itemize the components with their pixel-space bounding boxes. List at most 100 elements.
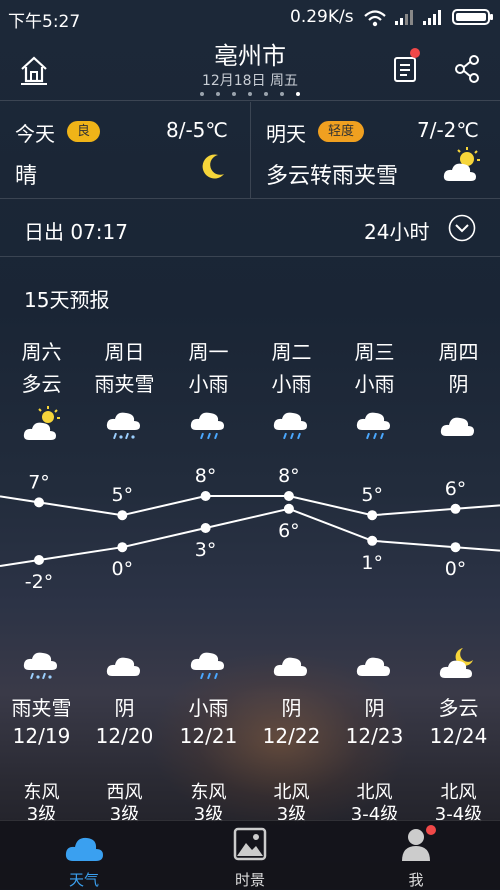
notice-badge bbox=[410, 48, 420, 58]
tab-me-badge bbox=[426, 825, 436, 835]
rain-icon bbox=[356, 412, 390, 440]
forecast-date: 12/19 bbox=[12, 724, 71, 748]
wind-direction: 北风 bbox=[273, 782, 310, 803]
sleet-icon bbox=[23, 652, 57, 680]
low-temp-point bbox=[450, 542, 461, 553]
night-condition: 阴 bbox=[364, 696, 385, 720]
low-temp-point bbox=[283, 503, 294, 514]
tomorrow-aqi-badge[interactable]: 轻度 bbox=[318, 121, 365, 142]
cloudy-icon bbox=[440, 417, 474, 436]
divider bbox=[0, 100, 500, 101]
high-temp-point bbox=[367, 510, 378, 521]
day-name: 周一 bbox=[188, 340, 229, 364]
cloudy-moon-icon bbox=[439, 648, 473, 678]
forecast-date: 12/20 bbox=[95, 724, 154, 748]
page-dot bbox=[216, 92, 220, 96]
high-temp-label: 8° bbox=[278, 465, 300, 487]
today-aqi-badge[interactable]: 良 bbox=[67, 121, 101, 142]
sleet-icon bbox=[106, 412, 140, 440]
day-condition: 小雨 bbox=[354, 372, 395, 396]
low-temp-label: 1° bbox=[361, 552, 383, 574]
today-summary[interactable]: 今天 良 8/-5℃ 晴 bbox=[0, 102, 250, 198]
cloud-icon bbox=[65, 837, 103, 861]
page-dot bbox=[280, 92, 284, 96]
high-temp-point bbox=[283, 491, 294, 501]
forecast-date: 12/23 bbox=[345, 724, 404, 748]
day-weather-icon bbox=[417, 404, 500, 444]
night-weather-icon bbox=[333, 644, 416, 684]
tab-weather-label: 天气 bbox=[68, 871, 99, 889]
night-condition: 多云 bbox=[438, 696, 479, 720]
low-temp-point bbox=[34, 555, 44, 565]
day-name: 周三 bbox=[354, 340, 395, 364]
today-temp: 8/-5℃ bbox=[166, 118, 228, 142]
tab-me-label: 我 bbox=[408, 871, 424, 889]
today-condition: 晴 bbox=[15, 164, 38, 189]
night-weather-icon bbox=[250, 644, 333, 684]
tomorrow-summary[interactable]: 明天 轻度 7/-2℃ 多云转雨夹雪 bbox=[251, 102, 500, 198]
day-weather-icon bbox=[333, 404, 416, 444]
night-condition: 阴 bbox=[281, 696, 302, 720]
high-temp-point bbox=[34, 497, 44, 508]
day-name: 周六 bbox=[21, 340, 62, 364]
cloudy-icon bbox=[106, 657, 140, 676]
day-weather-icon bbox=[83, 404, 166, 444]
status-bar: 下午5:27 0.29K/s bbox=[0, 0, 500, 34]
hourly-toggle-label[interactable]: 24小时 bbox=[364, 216, 429, 245]
notice-icon[interactable] bbox=[392, 54, 420, 84]
forecast-title: 15天预报 bbox=[24, 288, 110, 312]
divider bbox=[0, 256, 500, 257]
cloudy-icon bbox=[273, 657, 307, 676]
page-dot bbox=[264, 92, 268, 96]
day-name: 周二 bbox=[271, 340, 312, 364]
day-condition: 阴 bbox=[448, 372, 469, 396]
low-temp-label: 3° bbox=[195, 539, 217, 561]
day-condition: 小雨 bbox=[271, 372, 312, 396]
city-title[interactable]: 亳州市 bbox=[0, 36, 500, 71]
sunrise-time: 日出 07:17 bbox=[24, 220, 128, 244]
day-condition: 小雨 bbox=[188, 372, 229, 396]
today-label: 今天 bbox=[15, 122, 55, 146]
share-icon[interactable] bbox=[454, 54, 482, 84]
temperature-chart: 7° -2° 5° 0° 8° 3° 8° 6° 5° 1° 6° 0° bbox=[0, 465, 500, 590]
page-dot bbox=[296, 92, 300, 96]
high-temp-label: 6° bbox=[445, 478, 467, 500]
low-temp-point bbox=[367, 535, 378, 546]
high-temp-point bbox=[200, 491, 211, 501]
day-condition: 多云 bbox=[21, 372, 62, 396]
tab-scenery-label: 时景 bbox=[234, 871, 265, 889]
day-name: 周四 bbox=[438, 340, 479, 364]
night-condition: 小雨 bbox=[188, 696, 229, 720]
rain-icon bbox=[190, 412, 224, 440]
temp-line bbox=[0, 507, 500, 567]
page-dot bbox=[232, 92, 236, 96]
status-time: 下午5:27 bbox=[8, 12, 81, 32]
wind-direction: 西风 bbox=[106, 782, 143, 803]
night-condition: 阴 bbox=[114, 696, 135, 720]
night-weather-icon bbox=[417, 644, 500, 684]
date-subtitle: 12月18日 周五 bbox=[201, 73, 299, 89]
top-bar: 亳州市 12月18日 周五 bbox=[0, 34, 500, 100]
signal-1-icon bbox=[395, 10, 413, 25]
battery-icon bbox=[452, 9, 493, 25]
tomorrow-condition: 多云转雨夹雪 bbox=[266, 164, 399, 189]
moon-icon bbox=[202, 154, 224, 179]
signal-2-icon bbox=[423, 10, 441, 25]
wind-direction: 北风 bbox=[440, 782, 477, 803]
temp-line bbox=[0, 495, 500, 517]
rain-icon bbox=[273, 412, 307, 440]
wind-direction: 东风 bbox=[23, 782, 60, 803]
night-weather-icon bbox=[167, 644, 250, 684]
day-name: 周日 bbox=[104, 340, 145, 364]
partly-cloudy-icon bbox=[23, 406, 60, 440]
day-weather-icon bbox=[0, 404, 83, 444]
page-indicator bbox=[200, 92, 300, 96]
rain-icon bbox=[190, 652, 224, 680]
night-weather-icon bbox=[83, 644, 166, 684]
chevron-down-icon[interactable] bbox=[448, 214, 476, 242]
sunrise-row[interactable]: 日出 07:17 24小时 bbox=[0, 200, 500, 256]
wifi-icon bbox=[364, 10, 386, 27]
divider bbox=[0, 198, 500, 199]
low-temp-label: 0° bbox=[445, 558, 467, 580]
high-temp-label: 7° bbox=[28, 471, 50, 493]
